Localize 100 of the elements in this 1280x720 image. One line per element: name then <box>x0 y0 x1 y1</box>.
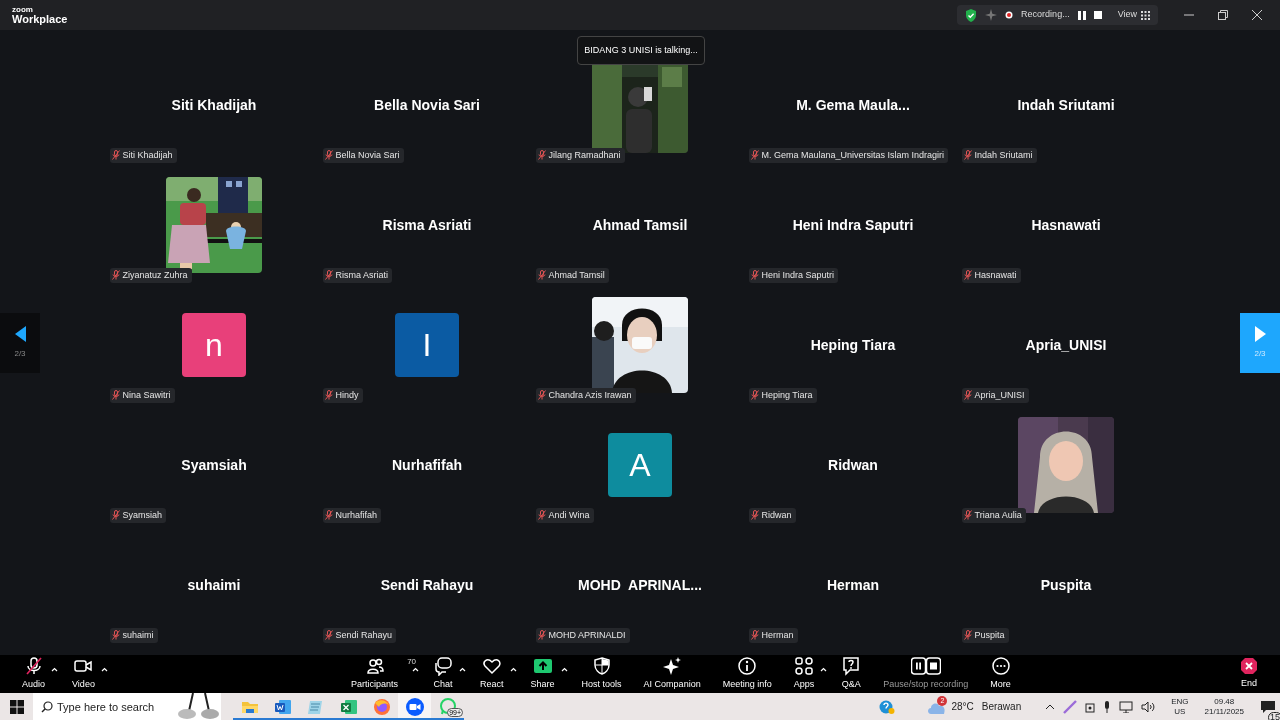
participant-label: Herman <box>748 627 798 643</box>
toolbar-button[interactable]: More <box>984 656 1017 692</box>
caret-icon[interactable] <box>560 666 568 672</box>
participant-label: Bella Novia Sari <box>322 147 404 163</box>
participant-label: Andi Wina <box>535 507 594 523</box>
taskbar-app-button[interactable] <box>398 693 431 720</box>
caret-icon[interactable] <box>51 666 59 672</box>
cartoon-legs-drawing <box>175 693 221 720</box>
toolbar-button[interactable]: Video <box>66 656 101 692</box>
participant-name: M. Gema Maula... <box>796 95 910 115</box>
participant-label: Ahmad Tamsil <box>535 267 609 283</box>
search-field[interactable]: Type here to search <box>33 693 221 720</box>
participant-label: Heping Tiara <box>748 387 817 403</box>
toolbar-button[interactable]: Host tools <box>575 656 628 692</box>
restore-icon <box>1218 10 1228 20</box>
clock[interactable]: 09.48 21/11/2025 <box>1204 696 1244 717</box>
participant-label: Indah Sriutami <box>961 147 1037 163</box>
participant-name: Heni Indra Saputri <box>792 215 914 235</box>
toolbar-button[interactable]: Audio <box>16 656 52 692</box>
grid-icon <box>1141 10 1150 20</box>
shield-check-icon[interactable] <box>965 8 978 22</box>
triangle-right-icon <box>1254 325 1266 342</box>
apps-icon <box>793 656 814 677</box>
app-logo-small-text: zoom <box>12 5 34 14</box>
participant-name: Apria_UNISI <box>1025 335 1107 355</box>
caret-icon[interactable] <box>100 666 108 672</box>
participant-name: Sendi Rahayu <box>380 575 474 595</box>
avatar-letter: I <box>395 313 459 377</box>
avatar-letter: n <box>182 313 246 377</box>
page-indicator: 2/3 <box>14 347 26 360</box>
camera-icon[interactable] <box>1085 700 1096 713</box>
question-icon <box>841 656 862 677</box>
toolbar-button[interactable]: Q&A <box>835 656 868 692</box>
page-indicator: 2/3 <box>1254 347 1266 360</box>
stop-icon[interactable] <box>1093 11 1102 19</box>
mic-muted-icon <box>23 656 44 677</box>
microphone-icon[interactable] <box>1103 700 1112 713</box>
participant-label: M. Gema Maulana_Universitas Islam Indragiri <box>748 147 949 163</box>
participant-label: Risma Asriati <box>322 267 392 283</box>
participant-name: suhaimi <box>187 575 241 595</box>
participant-label: Triana Aulia <box>961 507 1026 523</box>
network-icon[interactable] <box>1119 700 1134 713</box>
temperature: 28°C <box>951 700 974 714</box>
sparkle-icon <box>662 656 683 677</box>
participant-label: Apria_UNISI <box>961 387 1029 403</box>
caret-icon[interactable] <box>459 666 467 672</box>
participant-label: MOHD APRINALDI <box>535 627 630 643</box>
participant-name: Heping Tiara <box>810 335 896 355</box>
video-app-icon <box>404 696 425 717</box>
participant-label: Hasnawati <box>961 267 1021 283</box>
participant-name: Indah Sriutami <box>1017 95 1115 115</box>
participant-label: Hindy <box>322 387 363 403</box>
participant-name: Siti Khadijah <box>171 95 257 115</box>
language-indicator[interactable]: ENG US <box>1171 696 1189 717</box>
pause-icon[interactable] <box>1077 10 1086 20</box>
shield-icon <box>591 656 612 677</box>
avatar-letter: A <box>608 433 672 497</box>
toolbar-button[interactable]: Share <box>524 656 561 692</box>
pen-icon[interactable] <box>1063 699 1078 714</box>
participant-count: 70 <box>407 656 417 669</box>
participant-name: Ridwan <box>828 455 878 475</box>
help-icon[interactable] <box>879 698 896 715</box>
participant-label: Sendi Rahayu <box>322 627 397 643</box>
toolbar-button[interactable]: React <box>474 656 510 692</box>
participant-name: Herman <box>826 575 880 595</box>
close-icon <box>1240 657 1258 676</box>
toolbar-button[interactable]: AI Companion <box>637 656 707 692</box>
notification-count: 15 <box>1268 711 1280 720</box>
participant-label: Nina Sawitri <box>109 387 175 403</box>
participant-label: Heni Indra Saputri <box>748 267 839 283</box>
recording-status: Recording... <box>1021 8 1070 22</box>
people-icon <box>364 656 385 677</box>
weather-condition: Berawan <box>981 700 1022 714</box>
triangle-left-icon <box>14 325 26 342</box>
participant-name: Nurhafifah <box>392 455 462 475</box>
toolbar-button[interactable]: Apps <box>787 656 821 692</box>
toolbar-button[interactable]: Meeting info <box>716 656 778 692</box>
message-icon <box>1260 700 1276 715</box>
previous-page-button[interactable]: 2/3 <box>0 312 40 373</box>
speaker-icon[interactable] <box>1141 700 1156 713</box>
participant-label: Puspita <box>961 627 1009 643</box>
participant-label: Chandra Azis Irawan <box>535 387 636 403</box>
search-icon <box>41 701 53 713</box>
windows-logo-icon <box>9 699 24 714</box>
heart-icon <box>481 656 502 677</box>
more-icon <box>990 656 1011 677</box>
toolbar-button[interactable]: Chat <box>427 656 460 692</box>
end-button[interactable]: End <box>1234 657 1264 691</box>
caret-icon[interactable] <box>412 666 420 672</box>
participant-label: Ziyanatuz Zuhra <box>109 267 192 283</box>
record-dot-icon <box>1005 11 1014 19</box>
participant-label: Siti Khadijah <box>109 147 177 163</box>
view-button[interactable]: View <box>1117 8 1150 22</box>
browser-icon <box>371 696 392 717</box>
caret-icon[interactable] <box>509 666 517 672</box>
participant-label: Jilang Ramadhani <box>535 147 625 163</box>
sparkle-icon[interactable] <box>985 9 998 21</box>
close-icon <box>1252 10 1262 20</box>
chevron-up-icon[interactable] <box>1045 703 1056 710</box>
caret-icon[interactable] <box>820 666 828 672</box>
